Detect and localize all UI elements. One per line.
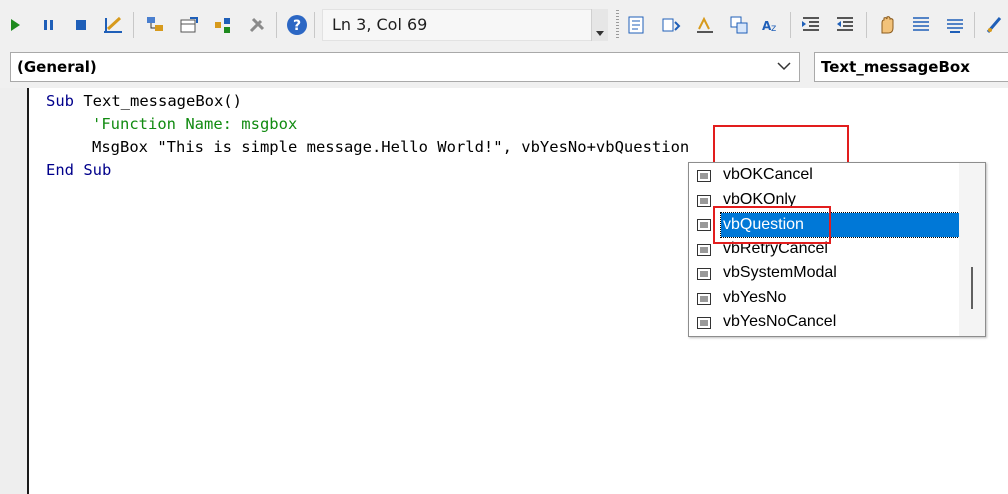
code-line-2: 'Function Name: msgbox: [92, 115, 297, 133]
bookmark-icon[interactable]: [984, 14, 1006, 36]
outdent-icon[interactable]: [834, 14, 856, 36]
procedure-dropdown[interactable]: Text_messageBox: [814, 52, 1008, 82]
project-explorer-icon[interactable]: [144, 14, 166, 36]
autocomplete-item-label: vbSystemModal: [723, 264, 837, 281]
code-line-3: MsgBox "This is simple message.Hello Wor…: [92, 138, 689, 156]
comment-block-icon[interactable]: [910, 14, 932, 36]
constant-icon: [697, 317, 711, 329]
keyword: End: [46, 161, 74, 179]
autocomplete-item[interactable]: vbSystemModal: [689, 262, 959, 287]
keyword: Sub: [83, 161, 112, 179]
keyword: Sub: [46, 92, 74, 110]
autocomplete-item-label: vbYesNoCancel: [723, 313, 837, 330]
toolbox-icon[interactable]: [246, 14, 268, 36]
code-line-4: End Sub: [46, 161, 111, 179]
indent-icon[interactable]: [800, 14, 822, 36]
autocomplete-item[interactable]: vbOKCancel: [689, 164, 959, 189]
stop-icon[interactable]: [70, 14, 92, 36]
list-properties-icon[interactable]: [626, 14, 648, 36]
uncomment-block-icon[interactable]: [944, 14, 966, 36]
constant-icon: [697, 292, 711, 305]
autocomplete-item-label: vbYesNo: [723, 288, 787, 306]
msgbox-statement: MsgBox "This is simple message.Hello Wor…: [92, 138, 690, 156]
properties-icon[interactable]: [178, 14, 200, 36]
constant-icon: [697, 219, 711, 231]
design-mode-icon[interactable]: [102, 14, 124, 36]
annotation-highlight-typed-word: [713, 125, 849, 165]
svg-text:?: ?: [293, 18, 301, 34]
autocomplete-item-label: vbOKCancel: [723, 166, 813, 183]
parameter-info-icon[interactable]: [728, 14, 750, 36]
annotation-highlight-selected-item: [713, 206, 831, 244]
constant-icon: [697, 243, 711, 256]
comment: 'Function Name: msgbox: [92, 115, 298, 133]
constant-icon: [697, 268, 711, 280]
autocomplete-list[interactable]: vbOKCancel vbOKOnly vbQuestion vbRetryCance…: [688, 162, 986, 337]
autocomplete-scrollbar[interactable]: [959, 163, 985, 336]
help-icon[interactable]: ?: [286, 14, 308, 36]
code-window-dropdown-bar: (General) Text_messageBox: [0, 50, 1008, 88]
svg-text:z: z: [771, 23, 776, 34]
pause-icon[interactable]: [38, 14, 60, 36]
toolbar-overflow-scroll[interactable]: [591, 9, 608, 41]
margin-indicator-bar[interactable]: [0, 88, 29, 494]
chevron-down-icon: [777, 62, 791, 71]
object-browser-icon[interactable]: [212, 14, 234, 36]
procedure-dropdown-value: Text_messageBox: [821, 58, 970, 76]
list-constants-icon[interactable]: [660, 14, 682, 36]
procedure-name: Text_messageBox(): [74, 92, 242, 110]
constant-icon: [697, 194, 711, 207]
complete-word-icon[interactable]: Az: [760, 14, 782, 36]
standard-toolbar: ? Ln 3, Col 69 Az: [0, 0, 1008, 50]
scrollbar-thumb[interactable]: [971, 267, 973, 309]
run-icon[interactable]: [4, 14, 26, 36]
autocomplete-item[interactable]: vbYesNoCancel: [689, 311, 959, 336]
quick-info-icon[interactable]: [694, 14, 716, 36]
autocomplete-item[interactable]: vbYesNo: [689, 287, 959, 312]
object-dropdown-value: (General): [17, 58, 97, 76]
constant-icon: [697, 170, 711, 182]
toggle-breakpoint-icon[interactable]: [876, 14, 898, 36]
code-line-1: Sub Text_messageBox(): [46, 92, 242, 110]
cursor-position-status: Ln 3, Col 69: [322, 9, 608, 41]
object-dropdown[interactable]: (General): [10, 52, 800, 82]
